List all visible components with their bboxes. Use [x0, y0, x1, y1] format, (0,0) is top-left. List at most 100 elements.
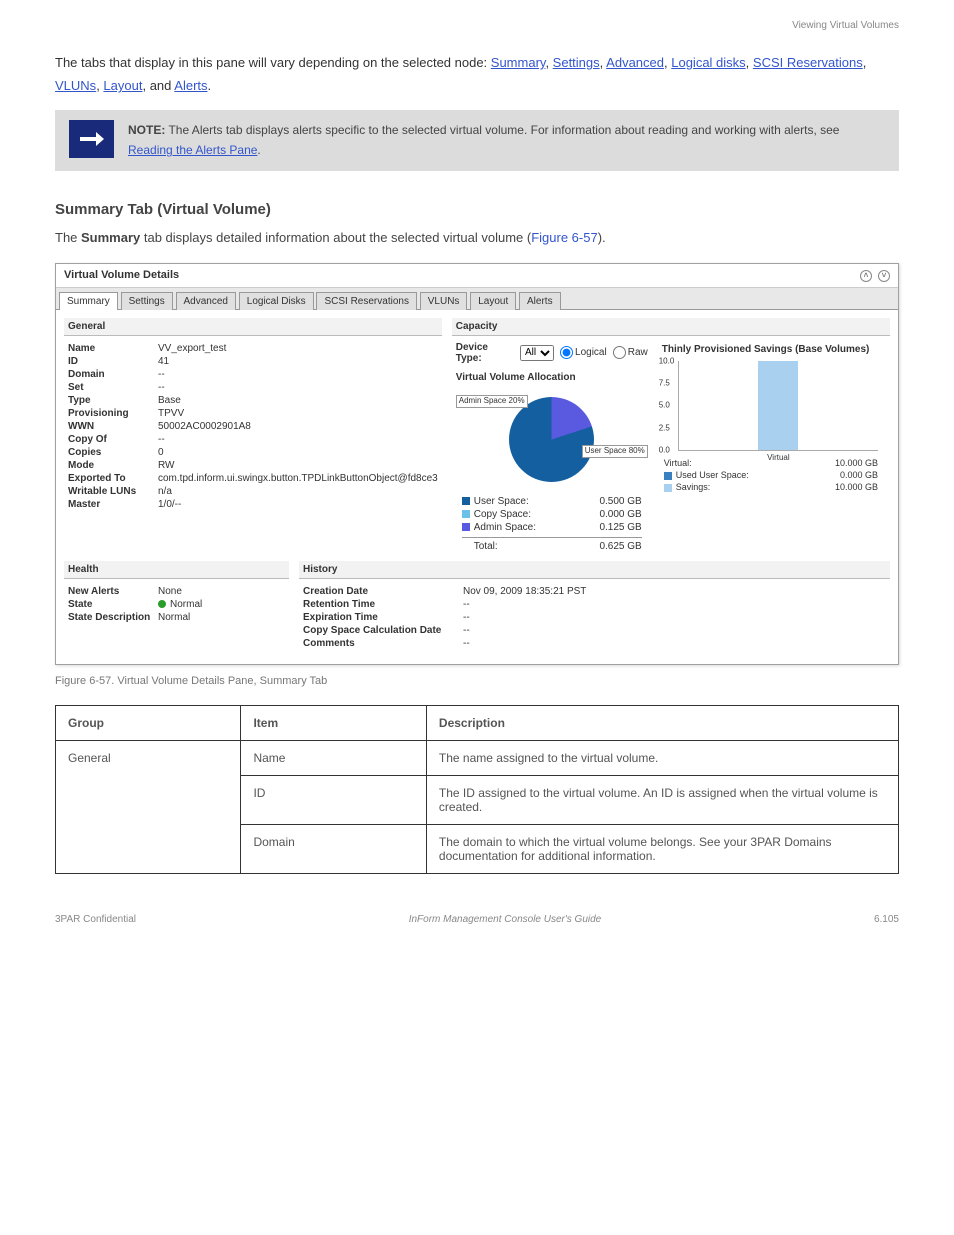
panel-titlebar: Virtual Volume Details ˄ ˅: [56, 264, 898, 288]
kv-row: Comments--: [303, 637, 886, 650]
kv-val: 1/0/--: [158, 499, 438, 510]
kv-val: RW: [158, 460, 438, 471]
radio-raw[interactable]: Raw: [613, 346, 648, 359]
kv-key: Copy Space Calculation Date: [303, 625, 463, 636]
device-type-select[interactable]: All: [520, 345, 554, 361]
tab-advanced[interactable]: Advanced: [176, 292, 236, 310]
kv-key: Exported To: [68, 473, 158, 484]
tab-logical-disks[interactable]: Logical Disks: [239, 292, 314, 310]
kv-val: VV_export_test: [158, 343, 438, 354]
cell-desc: The ID assigned to the virtual volume. A…: [426, 775, 898, 824]
kv-row: Expiration Time--: [303, 611, 886, 624]
legend-total-label: Total:: [462, 541, 498, 552]
kv-row: Set--: [68, 381, 438, 394]
kv-row: NameVV_export_test: [68, 342, 438, 355]
kv-row: Copies0: [68, 446, 438, 459]
kv-key: Provisioning: [68, 408, 158, 419]
kv-row: Retention Time--: [303, 598, 886, 611]
footer-right: 6.105: [874, 914, 899, 925]
bl-savings-val: 10.000 GB: [835, 482, 878, 492]
cell-item: ID: [241, 775, 426, 824]
note-body: The Alerts tab displays alerts specific …: [165, 123, 839, 137]
swatch-admin-icon: [462, 523, 470, 531]
tab-summary[interactable]: Summary: [59, 292, 118, 310]
pie-chart-icon: [509, 397, 594, 482]
kv-val: Nov 09, 2009 18:35:21 PST: [463, 586, 886, 597]
summary-body-2: tab displays detailed information about …: [140, 230, 531, 245]
kv-key: Domain: [68, 369, 158, 380]
panel-window-icons: ˄ ˅: [857, 269, 890, 282]
capacity-title: Capacity: [452, 318, 890, 336]
kv-row: TypeBase: [68, 394, 438, 407]
cell-item: Domain: [241, 824, 426, 873]
link-vluns[interactable]: VLUNs: [55, 78, 96, 93]
bl-used-val: 0.000 GB: [840, 470, 878, 480]
lead-text: The tabs that display in this pane will …: [55, 55, 491, 70]
kv-row: WWN50002AC0002901A8: [68, 420, 438, 433]
kv-key: WWN: [68, 421, 158, 432]
kv-val: --: [463, 612, 886, 623]
panel-title: Virtual Volume Details: [64, 269, 179, 281]
link-logical-disks[interactable]: Logical disks: [671, 55, 745, 70]
radio-logical[interactable]: Logical: [560, 346, 607, 359]
tab-vluns[interactable]: VLUNs: [420, 292, 468, 310]
tabstrip: Summary Settings Advanced Logical Disks …: [56, 288, 898, 310]
figure-caption: Figure 6-57. Virtual Volume Details Pane…: [55, 675, 899, 687]
link-alerts[interactable]: Alerts: [174, 78, 207, 93]
cell-desc: The domain to which the virtual volume b…: [426, 824, 898, 873]
summary-body-bold: Summary: [81, 230, 140, 245]
collapse-up-icon[interactable]: ˄: [860, 270, 872, 282]
tab-scsi-reservations[interactable]: SCSI Reservations: [316, 292, 416, 310]
kv-key: New Alerts: [68, 586, 158, 597]
kv-val: --: [158, 369, 438, 380]
summary-body-3: ).: [598, 230, 606, 245]
link-settings[interactable]: Settings: [553, 55, 600, 70]
link-advanced[interactable]: Advanced: [606, 55, 664, 70]
kv-row: Creation DateNov 09, 2009 18:35:21 PST: [303, 585, 886, 598]
tab-settings[interactable]: Settings: [121, 292, 173, 310]
tab-alerts[interactable]: Alerts: [519, 292, 561, 310]
bar-virtual: [758, 361, 798, 450]
kv-val: --: [463, 625, 886, 636]
details-panel: Virtual Volume Details ˄ ˅ Summary Setti…: [55, 263, 899, 665]
kv-val: --: [158, 434, 438, 445]
kv-val: Normal: [158, 612, 285, 623]
kv-row: Exported Tocom.tpd.inform.ui.swingx.butt…: [68, 472, 438, 485]
lead-period: .: [208, 78, 212, 93]
general-subpanel: General NameVV_export_testID41Domain--Se…: [64, 318, 442, 553]
pie-user-label: User Space 80%: [582, 445, 648, 458]
health-subpanel: Health New AlertsNoneStateNormalState De…: [64, 561, 289, 656]
swatch-used-icon: [664, 472, 672, 480]
general-title: General: [64, 318, 442, 336]
device-type-label: Device Type:: [456, 342, 514, 364]
note-period: .: [257, 143, 260, 157]
kv-key: Comments: [303, 638, 463, 649]
link-layout[interactable]: Layout: [103, 78, 142, 93]
collapse-down-icon[interactable]: ˅: [878, 270, 890, 282]
kv-val: Normal: [158, 599, 285, 610]
kv-key: Creation Date: [303, 586, 463, 597]
allocation-legend: User Space:0.500 GB Copy Space:0.000 GB …: [452, 495, 652, 553]
kv-row: ID41: [68, 355, 438, 368]
link-scsi[interactable]: SCSI Reservations: [753, 55, 863, 70]
th-item: Item: [241, 705, 426, 740]
kv-key: State: [68, 599, 158, 610]
kv-val: --: [463, 638, 886, 649]
swatch-copy-icon: [462, 510, 470, 518]
kv-key: Expiration Time: [303, 612, 463, 623]
summary-body-1: The: [55, 230, 81, 245]
kv-key: ID: [68, 356, 158, 367]
cell-item: Name: [241, 740, 426, 775]
kv-key: Mode: [68, 460, 158, 471]
lead-and: , and: [142, 78, 174, 93]
kv-val: 0: [158, 447, 438, 458]
savings-title: Thinly Provisioned Savings (Base Volumes…: [658, 342, 884, 357]
lead-paragraph: The tabs that display in this pane will …: [55, 51, 899, 98]
summary-body: The Summary tab displays detailed inform…: [55, 226, 899, 249]
note-link[interactable]: Reading the Alerts Pane: [128, 143, 257, 157]
kv-val: 41: [158, 356, 438, 367]
link-summary[interactable]: Summary: [491, 55, 546, 70]
status-dot-icon: [158, 600, 166, 608]
tab-layout[interactable]: Layout: [470, 292, 516, 310]
savings-bar-chart: 10.0 7.5 5.0 2.5 0.0 Virtual: [678, 361, 878, 451]
